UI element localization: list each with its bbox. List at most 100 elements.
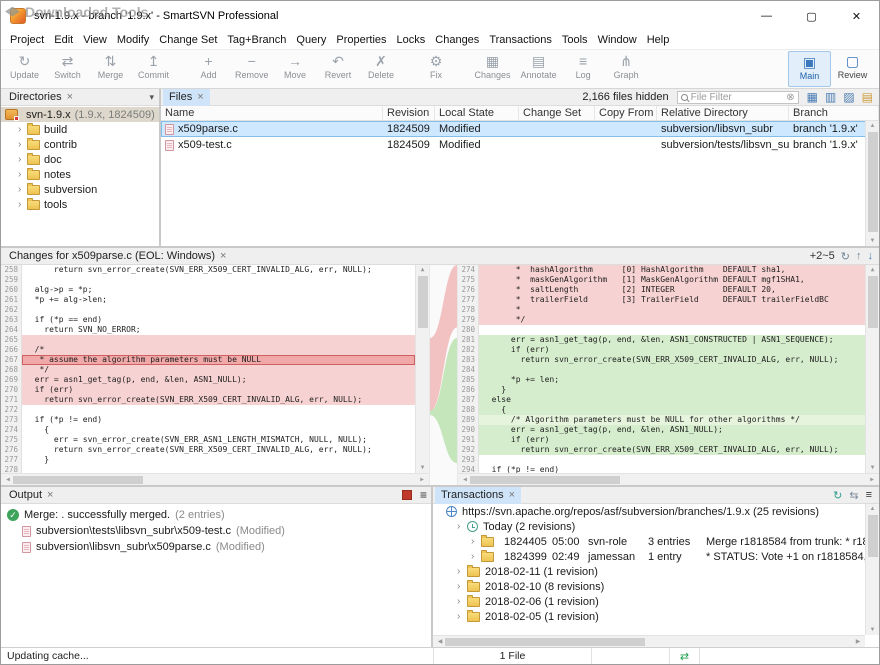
chevron-right-icon[interactable]: › <box>18 169 27 180</box>
chevron-right-icon[interactable]: › <box>18 199 27 210</box>
files-scrollbar[interactable]: ▲ ▼ <box>865 121 879 246</box>
transaction-row[interactable]: › 2018-02-10 (8 revisions) <box>433 579 865 594</box>
diff-left-hscrollbar[interactable]: ◀ ▶ <box>1 473 429 485</box>
menu-item[interactable]: Edit <box>49 34 78 46</box>
menu-item[interactable]: Query <box>291 34 331 46</box>
move-button[interactable]: → Move <box>274 51 317 87</box>
scrollbar-thumb[interactable] <box>867 515 878 557</box>
add-button[interactable]: + Add <box>187 51 230 87</box>
commit-button[interactable]: ↥ Commit <box>132 51 175 87</box>
annotate-button[interactable]: ▤ Annotate <box>516 51 562 87</box>
scroll-down-icon[interactable]: ▼ <box>870 236 876 246</box>
diff-right-lines[interactable]: 274 * hashAlgorithm [0] HashAlgorithm DE… <box>458 265 865 473</box>
chevron-right-icon[interactable]: › <box>18 124 27 135</box>
merge-button[interactable]: ⇅ Merge <box>89 51 132 87</box>
output-entry[interactable]: subversion\tests\libsvn_subr\x509-test.c… <box>1 523 431 539</box>
table-view-icon[interactable]: ▦ <box>807 90 818 104</box>
close-tab-icon[interactable]: × <box>67 91 73 103</box>
menu-item[interactable]: Transactions <box>484 34 557 46</box>
chevron-right-icon[interactable]: › <box>457 566 467 577</box>
diff-right-hscrollbar[interactable]: ◀ ▶ <box>458 473 879 485</box>
repository-root-row[interactable]: https://svn.apache.org/repos/asf/subvers… <box>433 504 865 519</box>
refresh-icon[interactable]: ↻ <box>841 250 850 263</box>
menu-item[interactable]: View <box>78 34 112 46</box>
transactions-vscrollbar[interactable]: ▲ ▼ <box>865 504 879 635</box>
menu-item[interactable]: Properties <box>331 34 391 46</box>
scrollbar-thumb[interactable] <box>867 132 878 232</box>
chevron-right-icon[interactable]: › <box>471 536 481 547</box>
menu-icon[interactable]: ≡ <box>420 488 427 502</box>
update-button[interactable]: ↻ Update <box>3 51 46 87</box>
main-view-button[interactable]: ▣ Main <box>788 51 831 87</box>
transaction-row[interactable]: › 2018-02-11 (1 revision) <box>433 564 865 579</box>
menu-icon[interactable]: ≡ <box>866 489 872 501</box>
column-header[interactable]: Local State <box>435 106 519 120</box>
chevron-right-icon[interactable]: › <box>457 521 467 532</box>
menu-item[interactable]: Modify <box>112 34 154 46</box>
chevron-right-icon[interactable]: › <box>471 551 481 562</box>
column-header[interactable]: Copy From <box>595 106 657 120</box>
revert-button[interactable]: ↶ Revert <box>317 51 360 87</box>
scroll-right-icon[interactable]: ▶ <box>417 476 427 483</box>
clear-filter-icon[interactable]: ⊗ <box>786 92 794 103</box>
scroll-left-icon[interactable]: ◀ <box>3 476 13 483</box>
scroll-down-icon[interactable]: ▼ <box>421 463 425 473</box>
remove-button[interactable]: − Remove <box>230 51 274 87</box>
tab-changes[interactable]: Changes for x509parse.c (EOL: Windows) × <box>3 248 232 265</box>
close-tab-icon[interactable]: × <box>220 250 226 262</box>
scroll-up-icon[interactable]: ▲ <box>870 504 876 514</box>
transaction-row[interactable]: › 1824405 05:00 svn-role 3 entries Merge… <box>433 534 865 549</box>
column-header[interactable]: Revision <box>383 106 435 120</box>
file-filter-input[interactable] <box>690 91 784 103</box>
close-tab-icon[interactable]: × <box>197 91 203 103</box>
file-filter[interactable]: ⊗ <box>676 90 799 104</box>
scrollbar-thumb[interactable] <box>470 475 620 484</box>
column-header[interactable]: Name <box>161 106 383 120</box>
transaction-row[interactable]: › Today (2 revisions) <box>433 519 865 534</box>
menu-item[interactable]: Project <box>5 34 49 46</box>
chevron-right-icon[interactable]: › <box>18 139 27 150</box>
close-tab-icon[interactable]: × <box>47 489 53 501</box>
previous-change-icon[interactable]: ↑ <box>856 250 862 262</box>
menu-item[interactable]: Change Set <box>154 34 222 46</box>
chevron-right-icon[interactable]: › <box>457 596 467 607</box>
transaction-row[interactable]: › 2018-02-05 (1 revision) <box>433 609 865 624</box>
tab-transactions[interactable]: Transactions × <box>435 487 521 504</box>
chevron-right-icon[interactable]: › <box>457 581 467 592</box>
transaction-row[interactable]: › 2018-02-06 (1 revision) <box>433 594 865 609</box>
scrollbar-thumb[interactable] <box>13 475 143 484</box>
file-row[interactable]: x509parse.c 1824509 Modified subversion/… <box>161 121 879 137</box>
chevron-right-icon[interactable]: › <box>457 611 467 622</box>
scroll-up-icon[interactable]: ▲ <box>421 265 425 275</box>
file-row[interactable]: x509-test.c 1824509 Modified subversion/… <box>161 137 879 153</box>
output-entry[interactable]: Merge: . successfully merged. (2 entries… <box>1 507 431 523</box>
menu-item[interactable]: Help <box>642 34 675 46</box>
scroll-down-icon[interactable]: ▼ <box>870 625 876 635</box>
transaction-row[interactable]: › 1824399 02:49 jamessan 1 entry * STATU… <box>433 549 865 564</box>
split-view-icon[interactable]: ▨ <box>843 90 854 104</box>
tree-item[interactable]: › build <box>1 122 159 137</box>
sync-icon[interactable]: ⇄ <box>680 650 689 663</box>
column-layout-icon[interactable]: ▥ <box>825 90 836 104</box>
maximize-button[interactable]: ▢ <box>789 1 834 31</box>
scroll-down-icon[interactable]: ▼ <box>871 463 875 473</box>
tree-item[interactable]: › contrib <box>1 137 159 152</box>
close-tab-icon[interactable]: × <box>509 489 515 501</box>
scroll-up-icon[interactable]: ▲ <box>870 121 876 131</box>
close-button[interactable]: ✕ <box>834 1 879 31</box>
scroll-right-icon[interactable]: ▶ <box>853 638 863 645</box>
diff-left-vscrollbar[interactable]: ▲ ▼ <box>415 265 429 473</box>
tab-directories[interactable]: Directories × <box>3 89 79 106</box>
log-button[interactable]: ≡ Log <box>562 51 605 87</box>
menu-item[interactable]: Locks <box>392 34 431 46</box>
diff-right-vscrollbar[interactable]: ▲ ▼ <box>865 265 879 473</box>
chevron-right-icon[interactable]: › <box>18 184 27 195</box>
scrollbar-thumb[interactable] <box>867 276 878 328</box>
tree-item[interactable]: › notes <box>1 167 159 182</box>
tree-item[interactable]: › tools <box>1 197 159 212</box>
switch-button[interactable]: ⇄ Switch <box>46 51 89 87</box>
menu-item[interactable]: Tag+Branch <box>222 34 291 46</box>
flat-list-icon[interactable]: ▤ <box>862 90 873 104</box>
menu-item[interactable]: Tools <box>557 34 593 46</box>
scrollbar-thumb[interactable] <box>417 276 428 328</box>
